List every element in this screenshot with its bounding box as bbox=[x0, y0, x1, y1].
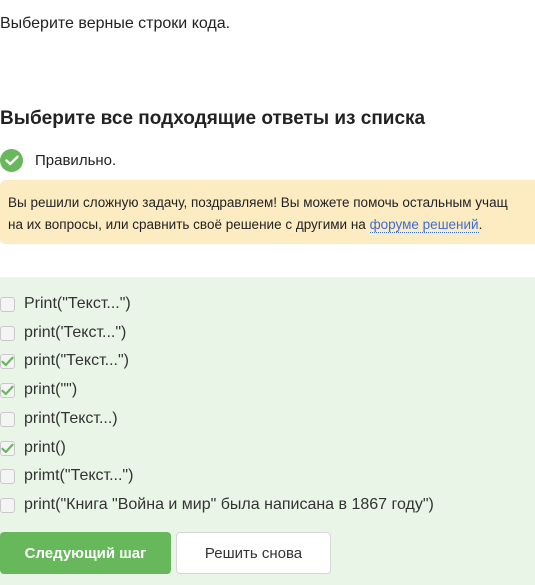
checkbox-checked[interactable] bbox=[0, 440, 15, 456]
checkmark-icon bbox=[1, 356, 14, 366]
checkbox-unchecked[interactable] bbox=[0, 497, 15, 513]
next-step-button[interactable]: Следующий шаг bbox=[0, 532, 171, 574]
solutions-forum-link[interactable]: форуме решений bbox=[369, 217, 479, 233]
answer-option[interactable]: print("") bbox=[0, 379, 77, 401]
checkbox-unchecked[interactable] bbox=[0, 296, 15, 312]
section-title: Выберите все подходящие ответы из списка bbox=[0, 108, 426, 129]
notice-line-1: Вы решили сложную задачу, поздравляем! В… bbox=[8, 195, 508, 210]
answer-option[interactable]: print('Текст...") bbox=[0, 322, 126, 344]
checkmark-icon bbox=[1, 385, 14, 395]
answer-option-label: Print("Текст...") bbox=[24, 295, 131, 312]
answer-option[interactable]: primt("Текст...") bbox=[0, 465, 133, 487]
check-circle-icon bbox=[0, 148, 23, 172]
notice-box: Вы решили сложную задачу, поздравляем! В… bbox=[0, 180, 535, 244]
question-text: Выберите верные строки кода. bbox=[0, 15, 231, 32]
answer-option-label: primt("Текст...") bbox=[24, 467, 134, 484]
answer-option-label: print(Текст...) bbox=[24, 410, 118, 427]
notice-text: на их вопросы, или сравнить своё решение… bbox=[8, 217, 370, 232]
notice-period: . bbox=[478, 217, 483, 232]
checkbox-checked[interactable] bbox=[0, 382, 15, 398]
checkbox-checked[interactable] bbox=[0, 353, 15, 369]
answer-option[interactable]: Print("Текст...") bbox=[0, 293, 131, 315]
result-label: Правильно. bbox=[35, 151, 117, 169]
answer-option-label: print("Текст...") bbox=[24, 352, 129, 369]
answer-option-label: print("") bbox=[24, 381, 78, 398]
solve-again-button[interactable]: Решить снова bbox=[176, 532, 331, 574]
answer-option[interactable]: print(Текст...) bbox=[0, 408, 118, 430]
checkbox-unchecked[interactable] bbox=[0, 468, 15, 484]
answer-option[interactable]: print("Текст...") bbox=[0, 350, 129, 372]
answer-option-label: print() bbox=[24, 439, 66, 456]
answer-option[interactable]: print() bbox=[0, 437, 66, 459]
result-row: Правильно. bbox=[0, 147, 116, 173]
notice-line-2: на их вопросы, или сравнить своё решение… bbox=[8, 214, 535, 236]
checkbox-unchecked[interactable] bbox=[0, 411, 15, 427]
answer-option[interactable]: print("Книга "Война и мир" была написана… bbox=[0, 494, 434, 516]
answer-option-label: print('Текст...") bbox=[24, 324, 127, 341]
answer-option-label: print("Книга "Война и мир" была написана… bbox=[24, 496, 434, 513]
checkmark-icon bbox=[1, 443, 14, 453]
checkbox-unchecked[interactable] bbox=[0, 325, 15, 341]
